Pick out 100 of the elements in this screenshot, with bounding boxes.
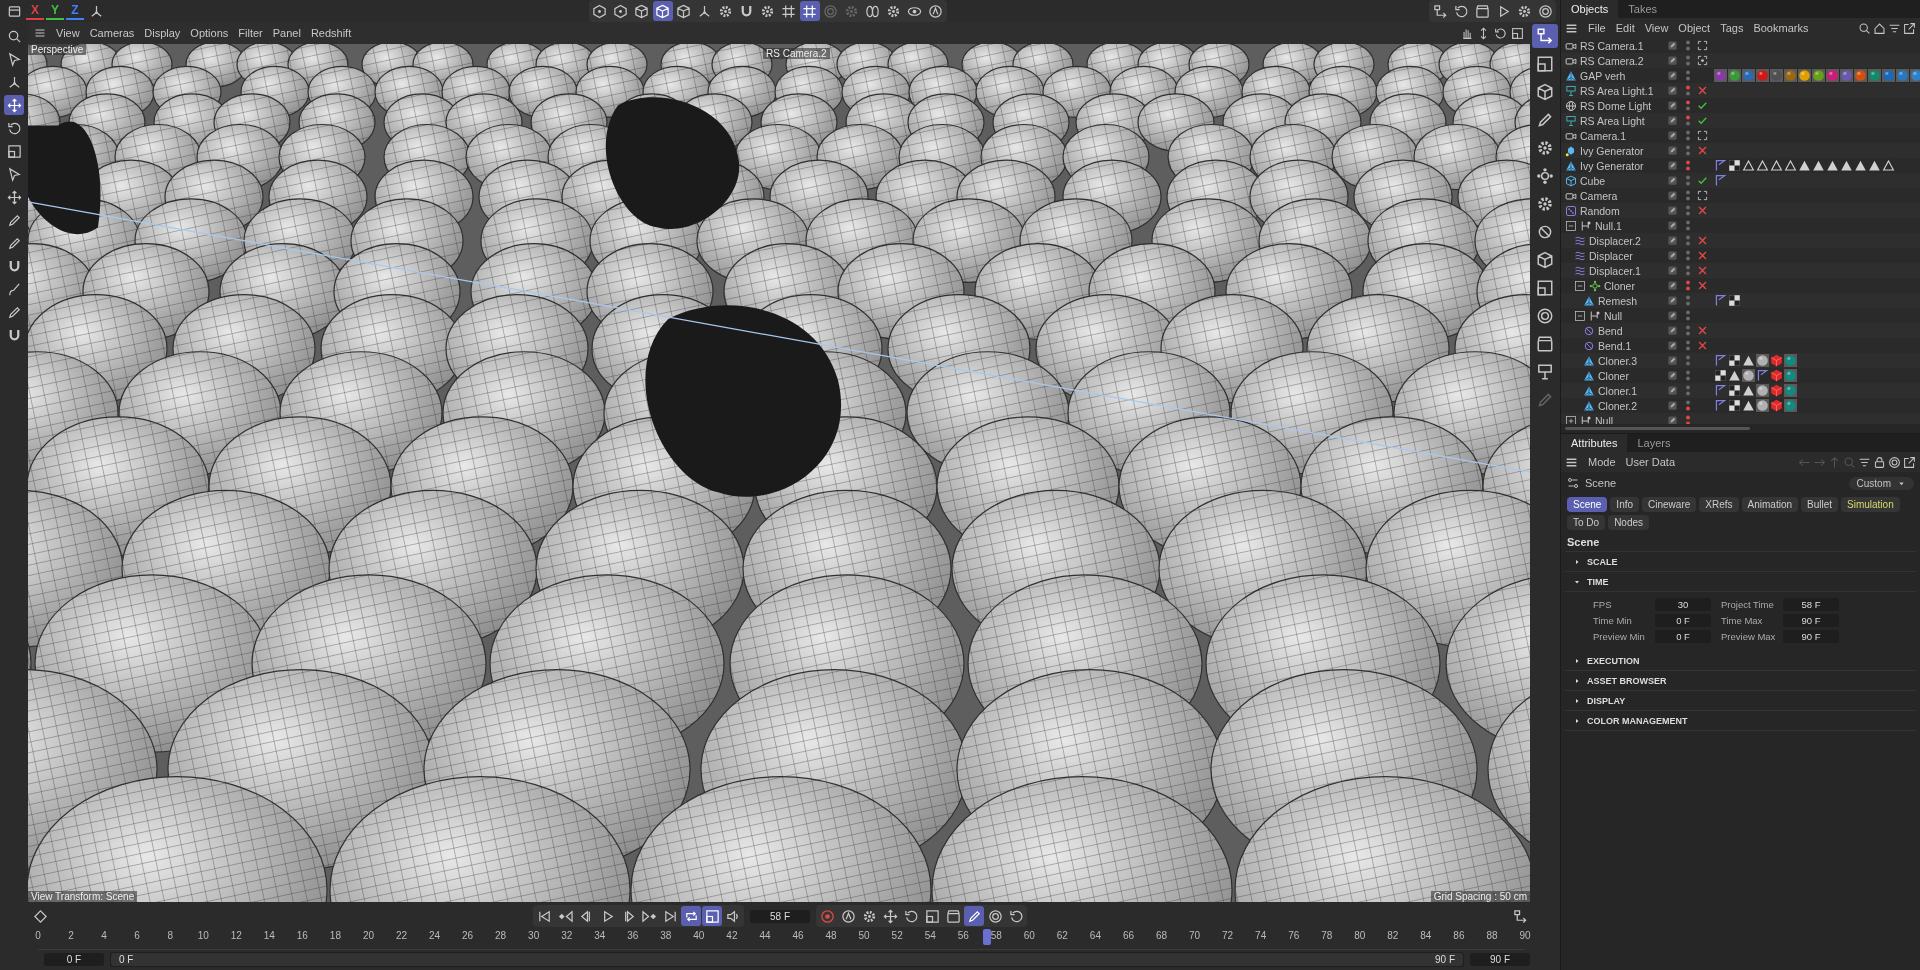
page-tab[interactable]: Scene <box>1567 497 1608 512</box>
value-field[interactable]: 0 F <box>1655 614 1711 627</box>
frame-number: 36 <box>627 930 639 941</box>
page-tab[interactable]: Info <box>1610 497 1640 512</box>
object-name[interactable]: RS Camera.1 <box>1580 39 1644 52</box>
axis-toggle[interactable]: Z <box>66 2 84 20</box>
object-name[interactable]: Camera.1 <box>1580 129 1627 142</box>
frame-number: 84 <box>1420 930 1432 941</box>
field-label: Time Max <box>1721 615 1764 626</box>
group-title[interactable]: EXECUTION <box>1587 655 1640 666</box>
frame-number: 90 <box>1519 930 1531 941</box>
axis-toggle[interactable]: Y <box>46 2 64 20</box>
frame-number: 78 <box>1321 930 1333 941</box>
menu-item[interactable]: Object <box>1678 22 1711 34</box>
object-name[interactable]: Ivy Generator <box>1580 159 1644 172</box>
page-tab[interactable]: Bullet <box>1801 497 1838 512</box>
menu-item[interactable]: User Data <box>1625 456 1676 468</box>
panel-tab[interactable]: Layers <box>1627 434 1681 452</box>
object-name[interactable]: Cube <box>1580 174 1606 187</box>
frame-number: 20 <box>362 930 374 941</box>
menu-item[interactable]: Display <box>144 27 181 39</box>
preset-dropdown[interactable]: Custom <box>1848 476 1914 490</box>
value-field[interactable]: 0 F <box>1655 630 1711 643</box>
group-title[interactable]: COLOR MANAGEMENT <box>1587 715 1688 726</box>
group-title[interactable]: SCALE <box>1587 556 1618 567</box>
end-frame-field[interactable]: 90 F <box>1470 953 1530 966</box>
menu-item[interactable]: Filter <box>238 27 263 39</box>
frame-number: 18 <box>329 930 341 941</box>
object-name[interactable]: Remesh <box>1598 294 1638 307</box>
object-name[interactable]: Displacer.1 <box>1589 264 1641 277</box>
menu-item[interactable]: Edit <box>1615 22 1635 34</box>
menu-item[interactable]: View <box>1644 22 1669 34</box>
object-name[interactable]: Cloner <box>1598 369 1629 382</box>
object-name[interactable]: RS Area Light <box>1580 114 1645 127</box>
object-name[interactable]: Bend.1 <box>1598 339 1632 352</box>
page-tab[interactable]: Animation <box>1741 497 1798 512</box>
object-name[interactable]: GAP verh <box>1580 69 1626 82</box>
object-name[interactable]: RS Camera.2 <box>1580 54 1644 67</box>
page-tab[interactable]: XRefs <box>1699 497 1739 512</box>
frame-number: 14 <box>263 930 275 941</box>
panel-tab[interactable]: Attributes <box>1561 434 1628 452</box>
frame-number: 76 <box>1288 930 1300 941</box>
object-name[interactable]: Null <box>1595 414 1614 424</box>
group-title[interactable]: ASSET BROWSER <box>1587 675 1667 686</box>
preview-range-bar[interactable]: 0 F 90 F <box>111 953 1463 966</box>
object-name[interactable]: Cloner.3 <box>1598 354 1638 367</box>
page-tab[interactable]: Nodes <box>1608 515 1650 530</box>
field-label: FPS <box>1593 599 1613 610</box>
active-camera-label: RS Camera.2 <box>763 48 830 59</box>
frame-number: 4 <box>101 930 107 941</box>
value-field[interactable]: 90 F <box>1783 614 1839 627</box>
menu-item[interactable]: View <box>56 27 80 39</box>
object-name[interactable]: Cloner <box>1604 279 1635 292</box>
frame-number: 56 <box>957 930 969 941</box>
menu-item[interactable]: Cameras <box>89 27 135 39</box>
frame-number: 16 <box>296 930 308 941</box>
frame-number: 52 <box>891 930 903 941</box>
menu-item[interactable]: Options <box>190 27 229 39</box>
object-name[interactable]: Displacer.2 <box>1589 234 1641 247</box>
object-name[interactable]: Displacer <box>1589 249 1633 262</box>
value-field[interactable]: 30 <box>1655 598 1711 611</box>
object-name[interactable]: Ivy Generator <box>1580 144 1644 157</box>
frame-number: 48 <box>825 930 837 941</box>
field-label: Project Time <box>1721 599 1775 610</box>
frame-number: 42 <box>726 930 738 941</box>
object-name[interactable]: RS Area Light.1 <box>1580 84 1654 97</box>
frame-number: 62 <box>1056 930 1068 941</box>
menu-item[interactable]: Tags <box>1720 22 1744 34</box>
page-tab[interactable]: Simulation <box>1841 497 1900 512</box>
panel-tab[interactable]: Takes <box>1618 0 1668 18</box>
start-frame-field[interactable]: 0 F <box>44 953 104 966</box>
frame-number: 64 <box>1089 930 1101 941</box>
menu-item[interactable]: Redshift <box>310 27 352 39</box>
page-tab[interactable]: Cineware <box>1642 497 1697 512</box>
frame-number: 74 <box>1255 930 1267 941</box>
value-field[interactable]: 58 F <box>1783 598 1839 611</box>
frame-number: 40 <box>693 930 705 941</box>
menu-item[interactable]: File <box>1588 22 1606 34</box>
object-name[interactable]: RS Dome Light <box>1580 99 1652 112</box>
object-name[interactable]: Null.1 <box>1595 219 1622 232</box>
menu-item[interactable]: Mode <box>1588 456 1616 468</box>
current-frame-field[interactable]: 58 F <box>750 909 810 923</box>
frame-number: 12 <box>230 930 242 941</box>
object-name[interactable]: Null <box>1604 309 1623 322</box>
menu-item[interactable]: Panel <box>272 27 301 39</box>
object-name[interactable]: Bend <box>1598 324 1623 337</box>
field-label: Preview Max <box>1721 631 1777 642</box>
object-name[interactable]: Cloner.1 <box>1598 384 1638 397</box>
page-tab[interactable]: To Do <box>1567 515 1606 530</box>
panel-tab[interactable]: Objects <box>1561 0 1619 18</box>
frame-number: 66 <box>1122 930 1134 941</box>
frame-number: 50 <box>858 930 870 941</box>
group-title[interactable]: TIME <box>1587 576 1609 587</box>
group-title[interactable]: DISPLAY <box>1587 695 1626 706</box>
object-name[interactable]: Random <box>1580 204 1620 217</box>
object-name[interactable]: Camera <box>1580 189 1618 202</box>
frame-number: 0 <box>35 930 41 941</box>
object-name[interactable]: Cloner.2 <box>1598 399 1638 412</box>
value-field[interactable]: 90 F <box>1783 630 1839 643</box>
menu-item[interactable]: Bookmarks <box>1753 22 1809 34</box>
